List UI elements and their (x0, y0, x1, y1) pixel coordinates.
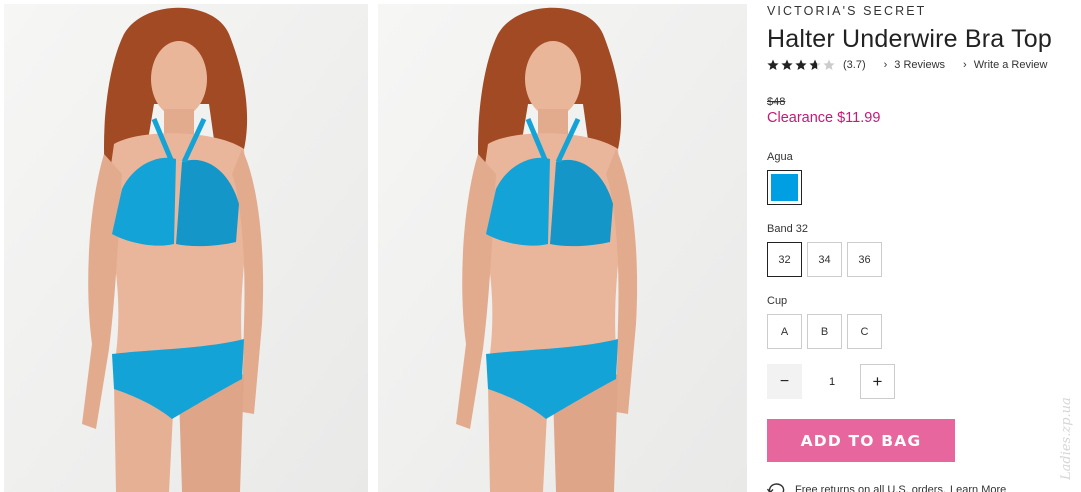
product-info-panel: VICTORIA'S SECRET Halter Underwire Bra T… (767, 0, 1081, 492)
cup-option-a[interactable]: A (767, 314, 802, 349)
chevron-right-icon: › (963, 58, 967, 71)
quantity-increase-button[interactable]: + (860, 364, 895, 399)
learn-more-link[interactable]: Learn More (950, 484, 1006, 492)
rating-stars (767, 59, 835, 71)
write-review-link[interactable]: › Write a Review (963, 59, 1047, 71)
reviews-link-label: 3 Reviews (894, 59, 946, 71)
model-illustration (4, 4, 368, 492)
band-option-34[interactable]: 34 (807, 242, 842, 277)
returns-text: Free returns on all U.S. orders. (795, 484, 947, 492)
band-label: Band 32 (767, 223, 808, 235)
cup-option-b[interactable]: B (807, 314, 842, 349)
brand-name: VICTORIA'S SECRET (767, 4, 927, 18)
quantity-decrease-button[interactable]: − (767, 364, 802, 399)
rating-value: (3.7) (843, 59, 866, 71)
product-photo-alt[interactable] (378, 4, 747, 492)
color-swatch-agua[interactable] (767, 170, 802, 205)
returns-info: Free returns on all U.S. orders. Learn M… (767, 483, 1006, 492)
product-title: Halter Underwire Bra Top (767, 25, 1053, 53)
product-photo-front[interactable] (4, 4, 368, 492)
color-label: Agua (767, 151, 793, 163)
star-rating-icon (767, 59, 835, 70)
clearance-price: Clearance $11.99 (767, 110, 881, 126)
add-to-bag-button[interactable]: ADD TO BAG (767, 419, 955, 462)
chevron-right-icon: › (883, 58, 888, 71)
color-swatch-fill (771, 174, 798, 201)
write-review-label: Write a Review (973, 59, 1048, 71)
cup-option-c[interactable]: C (847, 314, 882, 349)
quantity-value[interactable]: 1 (807, 364, 857, 399)
model-illustration (378, 4, 747, 492)
original-price: $48 (767, 96, 786, 108)
rating-row: (3.7) › 3 Reviews › Write a Review (767, 58, 1047, 72)
band-option-32[interactable]: 32 (767, 242, 802, 277)
reviews-link[interactable]: › 3 Reviews (884, 59, 945, 71)
cup-label: Cup (767, 295, 788, 307)
returns-icon (767, 483, 785, 492)
band-option-36[interactable]: 36 (847, 242, 882, 277)
